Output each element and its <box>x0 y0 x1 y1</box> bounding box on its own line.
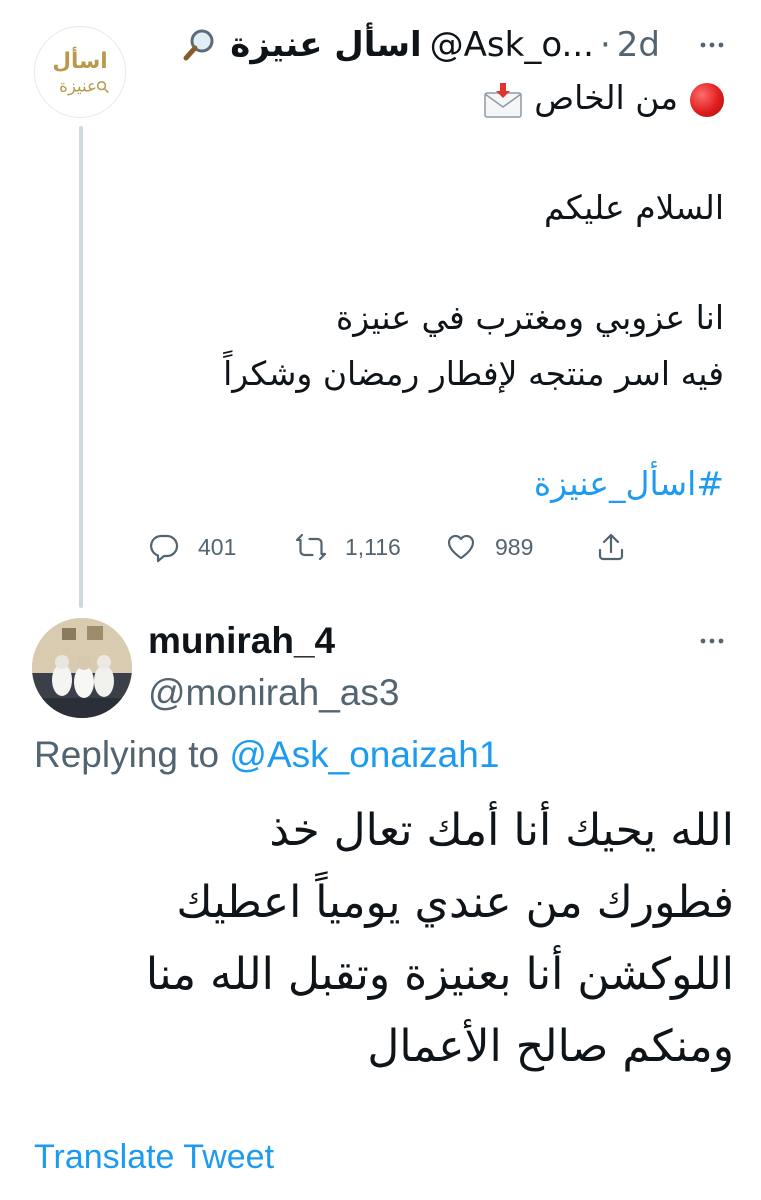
share-button[interactable] <box>595 525 645 569</box>
reply-count: 401 <box>198 533 237 560</box>
more-icon <box>700 638 724 644</box>
retweet-icon <box>295 533 327 561</box>
reply-author-avatar[interactable] <box>32 618 132 718</box>
tweet-text: من الخاص السلام عليكم انا عزوبي ومغترب ف… <box>140 72 724 514</box>
thread-connector <box>79 126 83 608</box>
author-handle[interactable]: @Ask_o... <box>430 25 594 65</box>
original-tweet: اسأل عنيزة اسأل عنيزة @Ask_o... · 2d من … <box>0 0 761 608</box>
tweet-header: اسأل عنيزة @Ask_o... · 2d <box>140 20 660 70</box>
avatar-logo-top: اسأل <box>52 46 107 74</box>
tweet-action-bar: 401 1,116 989 <box>140 525 640 569</box>
avatar-logo-bottom: عنيزة <box>59 77 97 96</box>
envelope-icon <box>482 82 524 118</box>
replying-to-line: Replying to @Ask_onaizah1 <box>34 734 499 776</box>
ask-onaizah-logo: اسأل عنيزة <box>35 27 125 117</box>
author-avatar[interactable]: اسأل عنيزة <box>34 26 126 118</box>
magnifier-icon <box>182 27 218 63</box>
translate-tweet-link[interactable]: Translate Tweet <box>34 1138 274 1177</box>
tweet-line-3: السلام عليكم <box>543 188 724 227</box>
retweet-count: 1,116 <box>345 533 401 560</box>
reply-line-3: اللوكشن أنا بعنيزة وتقبل الله منا <box>145 949 734 1000</box>
red-dot-icon <box>690 82 724 117</box>
tweet-line-5: انا عزوبي ومغترب في عنيزة <box>335 298 724 337</box>
reply-button[interactable]: 401 <box>148 525 236 569</box>
profile-photo <box>32 618 132 718</box>
share-icon <box>598 533 624 561</box>
replying-to-mention[interactable]: @Ask_onaizah1 <box>229 734 499 775</box>
header-separator: · <box>599 25 611 65</box>
author-name[interactable]: اسأل عنيزة <box>230 25 421 65</box>
tweet-timestamp[interactable]: 2d <box>617 25 660 65</box>
tweet-line-6: فيه اسر منتجه لإفطار رمضان وشكراً <box>223 354 724 393</box>
tweet-line-1-text: من الخاص <box>534 78 678 117</box>
reply-author-handle[interactable]: @monirah_as3 <box>148 672 399 714</box>
reply-line-4: ومنكم صالح الأعمال <box>367 1021 734 1072</box>
hashtag-link[interactable]: #اسأل_عنيزة <box>140 458 724 514</box>
tweet-line-1: من الخاص <box>140 72 724 128</box>
reply-line-2: فطورك من عندي يومياً اعطيك <box>176 877 734 928</box>
more-options-button[interactable] <box>697 30 727 60</box>
like-count: 989 <box>495 533 534 560</box>
reply-more-options-button[interactable] <box>697 626 727 656</box>
heart-icon <box>447 534 475 560</box>
reply-author-name[interactable]: munirah_4 <box>148 620 335 662</box>
like-button[interactable]: 989 <box>445 525 533 569</box>
reply-icon <box>150 534 179 563</box>
reply-text: الله يحيك أنا أمك تعال خذ فطورك من عندي … <box>34 796 734 1084</box>
retweet-button[interactable]: 1,116 <box>295 525 401 569</box>
reply-line-1: الله يحيك أنا أمك تعال خذ <box>269 805 734 856</box>
replying-to-prefix: Replying to <box>34 734 220 775</box>
more-icon <box>700 42 724 48</box>
